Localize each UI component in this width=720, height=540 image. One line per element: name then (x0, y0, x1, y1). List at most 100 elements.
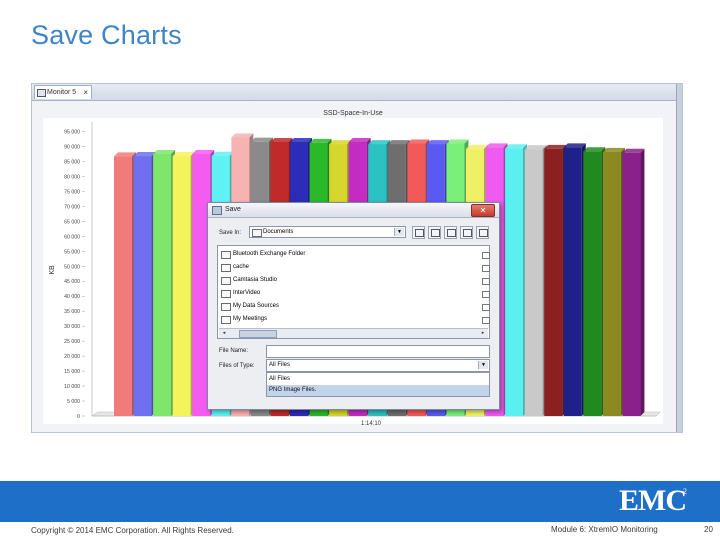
file-name-text: Bluetooth Exchange Folder (233, 251, 306, 257)
list-item[interactable]: Bluetooth Exchange Folder (219, 249, 490, 261)
y-tick-label: 65 000 (64, 219, 80, 225)
folder-icon (482, 278, 490, 285)
y-tick-label: 80 000 (64, 174, 80, 180)
chart-bar (153, 149, 176, 416)
save-in-combo[interactable]: Documents ▼ (249, 226, 406, 238)
home-button[interactable] (428, 226, 441, 239)
chart-bar (133, 152, 156, 416)
scroll-right-icon[interactable]: ▸ (479, 330, 487, 337)
chart-title: SSD-Space-In-Use (323, 110, 383, 117)
y-tick-label: 70 000 (64, 204, 80, 210)
chart-bar (172, 152, 195, 416)
folder-icon (221, 316, 231, 324)
bar-front (563, 147, 582, 417)
y-tick-label: 20 000 (64, 354, 80, 360)
list-view-icon (463, 229, 472, 237)
file-name-text: My Meetings (233, 316, 268, 322)
dropdown-option[interactable]: PNG Image Files. (267, 385, 489, 396)
folder-icon (221, 303, 231, 311)
folder-icon (482, 291, 490, 298)
up-folder-icon (415, 229, 424, 237)
chart-bar (563, 143, 586, 417)
bar-side (640, 148, 645, 416)
files-of-type-value: All Files (269, 362, 291, 368)
bar-front (133, 156, 152, 416)
y-tick-label: 40 000 (64, 294, 80, 300)
bar-front (524, 149, 543, 416)
bar-front (114, 156, 132, 417)
details-view-button[interactable] (476, 226, 489, 239)
footer-copyright: Copyright © 2014 EMC Corporation. All Ri… (31, 526, 234, 535)
save-in-value: Documents (263, 229, 294, 235)
files-of-type-select[interactable]: All Files ▼ (266, 359, 490, 372)
y-tick-label: 30 000 (64, 324, 80, 330)
bar-front (602, 151, 621, 417)
bar-front (172, 156, 191, 416)
chart-bar (524, 145, 547, 416)
y-tick-label: 50 000 (64, 264, 80, 270)
page-number: 20 (704, 525, 713, 534)
horizontal-scrollbar[interactable]: ◂ ▸ (219, 328, 488, 338)
details-view-icon (479, 229, 488, 237)
emc-logo-superscript: 2 (683, 487, 687, 496)
footer-module: Module 6: XtremIO Monitoring (551, 525, 658, 534)
list-view-button[interactable] (460, 226, 473, 239)
file-list[interactable]: Bluetooth Exchange Folder cache Camtasia… (217, 245, 490, 339)
footer-band (0, 481, 720, 522)
list-item[interactable]: My Meetings (219, 314, 490, 326)
file-name-text: Camtasia Studio (233, 277, 278, 283)
file-name-label: File Name: (219, 348, 249, 354)
y-tick-label: 35 000 (64, 309, 80, 315)
list-item[interactable]: My Data Sources (219, 301, 490, 313)
file-name-text: cache (233, 264, 250, 270)
scroll-left-icon[interactable]: ◂ (220, 330, 228, 337)
bar-front (622, 152, 641, 416)
home-icon (431, 229, 440, 237)
chart-bar (602, 147, 625, 417)
y-tick-label: 55 000 (64, 249, 80, 255)
new-folder-icon (447, 229, 456, 237)
y-tick-label: 10 000 (64, 384, 80, 390)
chart-bar (544, 144, 567, 417)
scroll-thumb[interactable] (239, 330, 277, 338)
list-item[interactable]: Camtasia Studio (219, 275, 490, 287)
chart-bar (114, 152, 136, 417)
y-tick-label: 75 000 (64, 189, 80, 195)
folder-icon (482, 252, 490, 259)
chevron-down-icon[interactable]: ▼ (478, 361, 488, 369)
file-name-text: My Data Sources (233, 303, 280, 309)
folder-icon (221, 251, 231, 259)
y-tick-label: 45 000 (64, 279, 80, 285)
folder-icon (482, 265, 490, 272)
files-of-type-label: Files of Type: (219, 363, 255, 369)
y-tick-label: 25 000 (64, 339, 80, 345)
folder-icon (482, 304, 490, 311)
up-one-level-button[interactable] (412, 226, 425, 239)
bar-front (583, 151, 602, 416)
emc-logo: EMC (619, 484, 687, 517)
list-item[interactable]: cache (219, 262, 490, 274)
folder-icon (482, 317, 490, 324)
file-name-input[interactable] (266, 345, 490, 358)
file-type-dropdown[interactable]: All Files PNG Image Files. (266, 372, 490, 397)
save-in-label: Save In: (219, 230, 242, 236)
dialog-titlebar[interactable]: Save ✕ (208, 203, 499, 218)
y-tick-label: 15 000 (64, 369, 80, 375)
folder-icon (221, 277, 231, 285)
chart-bar (622, 148, 645, 416)
dialog-close-button[interactable]: ✕ (471, 204, 495, 217)
chevron-down-icon[interactable]: ▼ (394, 228, 404, 236)
new-folder-button[interactable] (444, 226, 457, 239)
y-axis-label: KB (49, 265, 56, 275)
dropdown-option[interactable]: All Files (267, 374, 489, 385)
y-tick-label: 85 000 (64, 159, 80, 165)
y-tick-label: 5 000 (67, 399, 80, 405)
y-tick-label: 95 000 (64, 129, 80, 135)
list-item[interactable]: InterVideo (219, 288, 490, 300)
y-tick-label: 60 000 (64, 234, 80, 240)
x-axis-label: 1:14:10 (361, 421, 382, 427)
folder-icon (221, 264, 231, 272)
y-tick-label: 0 (77, 414, 80, 420)
folder-icon (252, 229, 262, 237)
bar-front (505, 148, 524, 416)
